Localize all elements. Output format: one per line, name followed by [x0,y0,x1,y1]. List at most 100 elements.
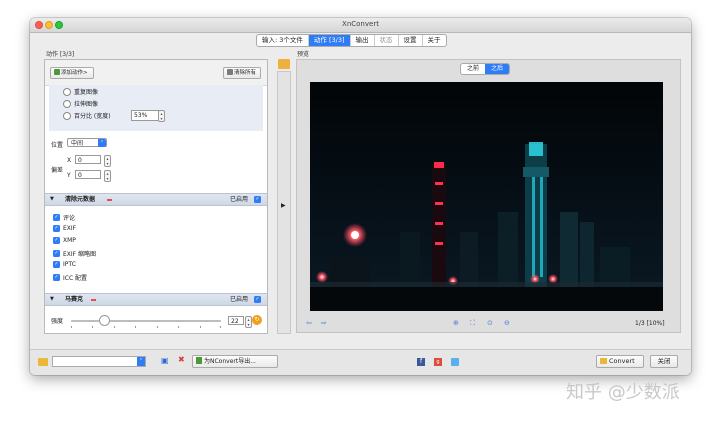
metadata-item-exif-thumbnail[interactable]: ✓ EXIF 缩略图 [53,249,96,258]
y-label: Y [67,172,71,179]
convert-button[interactable]: Convert [596,355,644,368]
convert-icon [600,358,607,364]
percent-stepper[interactable]: ▴ ▾ [158,110,165,122]
slider-ticks [71,326,221,329]
actions-toolbar: 添加动作> 清除所有 [45,60,267,86]
add-action-button[interactable]: 添加动作> [50,67,94,79]
checkbox-label: ICC 配置 [63,275,88,282]
metadata-item-comment[interactable]: ✓ 评论 [53,213,75,222]
bottom-bar: ⌃ ▣ ✖ 为NConvert导出... f g Convert 关闭 [30,349,691,375]
checkbox[interactable]: ✓ [53,274,60,281]
mosaic-header[interactable]: ▼ 马赛克 已启用 ✓ [45,293,267,306]
group-title: 马赛克 [65,296,84,303]
strength-stepper[interactable]: ▴ ▾ [245,316,252,328]
remove-action-icon[interactable] [91,299,96,301]
preview-panel: 之前 之后 ⇦ ⇨ ⊕ ⛶ ⊙ ⊖ 1/3 [10%] [296,59,681,333]
tab-about[interactable]: 关于 [423,35,446,46]
strength-slider-knob[interactable] [99,315,110,326]
tab-actions[interactable]: 动作 [3/3] [308,35,351,46]
position-label: 位置 [51,142,64,149]
checkbox[interactable]: ✓ [53,261,60,268]
metadata-item-icc[interactable]: ✓ ICC 配置 [53,273,87,282]
strength-slider[interactable] [71,320,221,322]
position-select[interactable]: 中间 ⌃ [67,138,107,147]
checkbox[interactable]: ✓ [53,225,60,232]
city-night-image [310,82,663,311]
after-button[interactable]: 之后 [485,64,510,74]
metadata-item-iptc[interactable]: ✓ IPTC [53,261,76,268]
checkbox[interactable]: ✓ [53,214,60,221]
position-value: 中间 [71,140,84,147]
preview-image[interactable] [310,82,663,311]
clear-metadata-header[interactable]: ▼ 清除元数据 已启用 ✓ [45,193,267,206]
radio-percent-width[interactable]: 百分比 (宽度) [63,111,111,120]
checkbox[interactable]: ✓ [53,250,60,257]
radio-repeat-image[interactable]: 重复图像 [63,87,98,96]
expand-arrow-icon[interactable]: ▶ [281,202,286,209]
previous-arrow-icon[interactable]: ⇦ [306,319,312,327]
tab-settings[interactable]: 设置 [399,35,423,46]
next-arrow-icon[interactable]: ⇨ [321,319,327,327]
window-title: XnConvert [342,20,379,28]
folder-icon[interactable] [38,358,48,366]
panel-toggle-strip[interactable]: ▶ [277,71,291,334]
zoom-out-icon[interactable]: ⊖ [504,319,510,327]
close-button[interactable]: 关闭 [650,355,678,368]
delete-icon[interactable]: ✖ [178,355,185,364]
strength-input[interactable]: 22 [228,316,244,325]
watermark-text: 知乎 @少数派 [566,382,680,403]
preview-section-label: 预览 [297,51,310,58]
save-icon[interactable]: ▣ [161,356,169,365]
chevron-down-icon: ⌃ [137,357,145,366]
radio-label: 拉伸图像 [74,101,99,108]
add-action-icon [54,69,60,75]
enabled-checkbox[interactable]: ✓ [254,196,261,203]
collapse-triangle-icon[interactable]: ▼ [50,294,54,305]
app-window: XnConvert 输入: 3个文件 动作 [3/3] 输出 状态 设置 关于 … [30,18,691,375]
refresh-icon[interactable]: ↻ [252,315,262,325]
actions-panel: 添加动作> 清除所有 重复图像 拉伸图像 百分比 (宽度) 53% ▴▾ 位置 [44,59,268,334]
clear-all-icon [227,69,233,75]
tab-status[interactable]: 状态 [375,35,399,46]
checkbox-label: EXIF [63,225,77,232]
before-button[interactable]: 之前 [461,64,485,74]
title-bar: XnConvert [30,18,691,33]
offset-y-input[interactable]: 0 [75,170,101,179]
preset-select[interactable]: ⌃ [52,356,146,367]
percent-input[interactable]: 53% [131,110,159,121]
radio-circle[interactable] [63,99,71,108]
export-nconvert-button[interactable]: 为NConvert导出... [192,355,278,368]
facebook-icon[interactable]: f [417,358,425,366]
zoom-in-icon[interactable]: ⊕ [453,319,459,327]
offset-x-input[interactable]: 0 [75,155,101,164]
offset-y-stepper[interactable]: ▴ ▾ [104,170,111,182]
clear-all-button[interactable]: 清除所有 [223,67,261,79]
radio-stretch-image[interactable]: 拉伸图像 [63,99,98,108]
tab-input[interactable]: 输入: 3个文件 [257,35,309,46]
strength-label: 强度 [51,318,64,325]
page-info: 1/3 [10%] [635,320,665,327]
remove-action-icon[interactable] [107,199,112,201]
radio-circle[interactable] [63,87,71,96]
metadata-item-exif[interactable]: ✓ EXIF [53,225,76,232]
main-tabs: 输入: 3个文件 动作 [3/3] 输出 状态 设置 关于 [256,34,447,47]
checkbox[interactable]: ✓ [53,237,60,244]
metadata-item-xmp[interactable]: ✓ XMP [53,237,76,244]
convert-label: Convert [609,357,635,365]
image-stack-icon[interactable] [278,59,290,69]
collapse-triangle-icon[interactable]: ▼ [50,194,54,205]
twitter-icon[interactable] [451,358,459,366]
offset-x-stepper[interactable]: ▴ ▾ [104,155,111,167]
actual-size-icon[interactable]: ⊙ [487,319,493,327]
checkbox-label: EXIF 缩略图 [63,251,97,258]
checkbox-label: IPTC [63,261,76,268]
export-label: 为NConvert导出... [204,358,256,365]
google-plus-icon[interactable]: g [434,358,442,366]
group-title: 清除元数据 [65,196,96,203]
radio-circle[interactable] [63,111,71,120]
fit-to-window-icon[interactable]: ⛶ [470,319,475,328]
enabled-label: 已启用 [230,296,249,303]
enabled-checkbox[interactable]: ✓ [254,296,261,303]
add-action-label: 添加动作> [61,70,88,76]
tab-output[interactable]: 输出 [351,35,375,46]
